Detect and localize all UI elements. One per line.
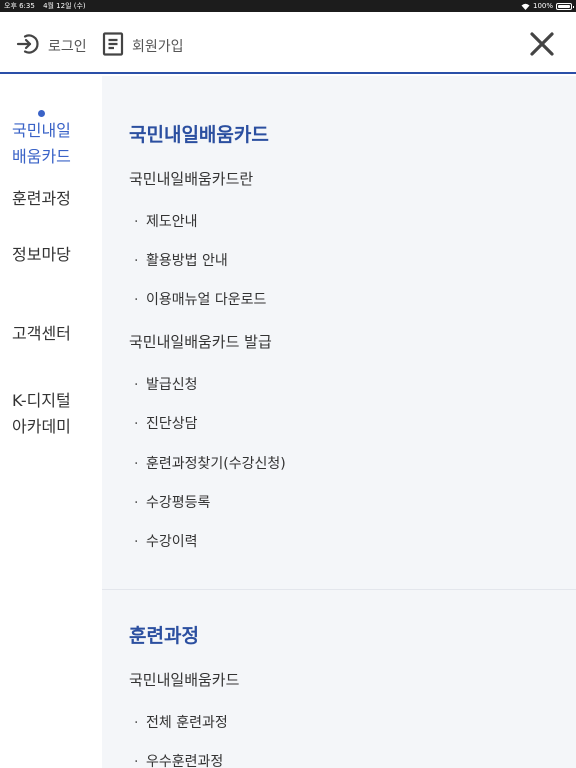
menu-link[interactable]: · 수강평등록 — [134, 492, 210, 512]
sidebar-item-academy[interactable]: K-디지털 아카데미 — [12, 388, 71, 440]
submenu-panel: 국민내일배움카드 국민내일배움카드란 · 제도안내 · 활용방법 안내 · 이용매뉴얼… — [102, 76, 576, 768]
menu-link-label: 우수훈련과정 — [146, 754, 224, 768]
menu-link[interactable]: · 제도안내 — [134, 211, 198, 231]
menu-link-label: 전체 훈련과정 — [146, 715, 228, 731]
sidebar-item-label: 훈련과정 — [12, 189, 71, 208]
join-button[interactable]: 회원가입 — [102, 32, 184, 60]
menu-link-label: 이용매뉴얼 다운로드 — [146, 292, 267, 308]
menu-link[interactable]: · 활용방법 안내 — [134, 250, 228, 270]
login-icon — [16, 32, 40, 60]
section-title: 국민내일배움카드 — [129, 124, 269, 146]
battery-percent: 100% — [532, 2, 553, 10]
sidebar-nav: 국민내일 배움카드 훈련과정 정보마당 고객센터 K-디지털 아카데미 — [0, 76, 102, 768]
menu-link-label: 훈련과정찾기(수강신청) — [146, 456, 286, 472]
menu-link-label: 발급신청 — [146, 377, 198, 393]
menu-link[interactable]: · 수강이력 — [134, 531, 198, 551]
menu-link-label: 수강평등록 — [146, 495, 211, 511]
close-button[interactable] — [528, 30, 556, 58]
menu-link[interactable]: · 이용매뉴얼 다운로드 — [134, 289, 266, 309]
sidebar-item-label: 아카데미 — [12, 417, 71, 436]
menu-header: 로그인 회원가입 — [0, 12, 576, 74]
sidebar-item-label: K-디지털 — [12, 391, 71, 410]
sidebar-item-label: 국민내일 — [12, 121, 71, 140]
join-label: 회원가입 — [132, 39, 184, 55]
close-icon — [528, 32, 556, 62]
menu-link-label: 수강이력 — [146, 534, 198, 550]
menu-link[interactable]: · 발급신청 — [134, 374, 198, 394]
wifi-icon — [521, 3, 530, 10]
sidebar-item-info[interactable]: 정보마당 — [12, 242, 71, 268]
sidebar-item-card[interactable]: 국민내일 배움카드 — [12, 118, 71, 170]
menu-link[interactable]: · 진단상담 — [134, 413, 198, 433]
menu-link-label: 활용방법 안내 — [146, 253, 228, 269]
sidebar-item-label: 배움카드 — [12, 147, 71, 166]
document-icon — [102, 32, 124, 60]
menu-link[interactable]: · 우수훈련과정 — [134, 751, 223, 768]
sidebar-item-label: 고객센터 — [12, 324, 71, 343]
status-date: 4월 12일 (수) — [43, 2, 86, 10]
sidebar-item-label: 정보마당 — [12, 245, 71, 264]
menu-link-label: 진단상담 — [146, 416, 198, 432]
sidebar-item-courses[interactable]: 훈련과정 — [12, 186, 71, 212]
section-divider — [102, 589, 576, 590]
menu-link[interactable]: · 전체 훈련과정 — [134, 712, 228, 732]
active-indicator-dot — [38, 110, 45, 117]
submenu-group-title[interactable]: 국민내일배움카드란 — [129, 168, 253, 189]
battery-icon — [556, 2, 574, 10]
sidebar-item-support[interactable]: 고객센터 — [12, 321, 71, 347]
submenu-group-title[interactable]: 국민내일배움카드 — [129, 669, 239, 690]
login-label: 로그인 — [48, 39, 87, 55]
status-time: 오후 6:35 — [4, 2, 35, 10]
status-bar: 오후 6:35 4월 12일 (수) 100% — [0, 0, 576, 12]
submenu-group-title[interactable]: 국민내일배움카드 발급 — [129, 331, 272, 352]
section-title: 훈련과정 — [129, 625, 199, 647]
login-button[interactable]: 로그인 — [16, 32, 87, 60]
menu-link[interactable]: · 훈련과정찾기(수강신청) — [134, 453, 286, 473]
menu-link-label: 제도안내 — [146, 214, 198, 230]
